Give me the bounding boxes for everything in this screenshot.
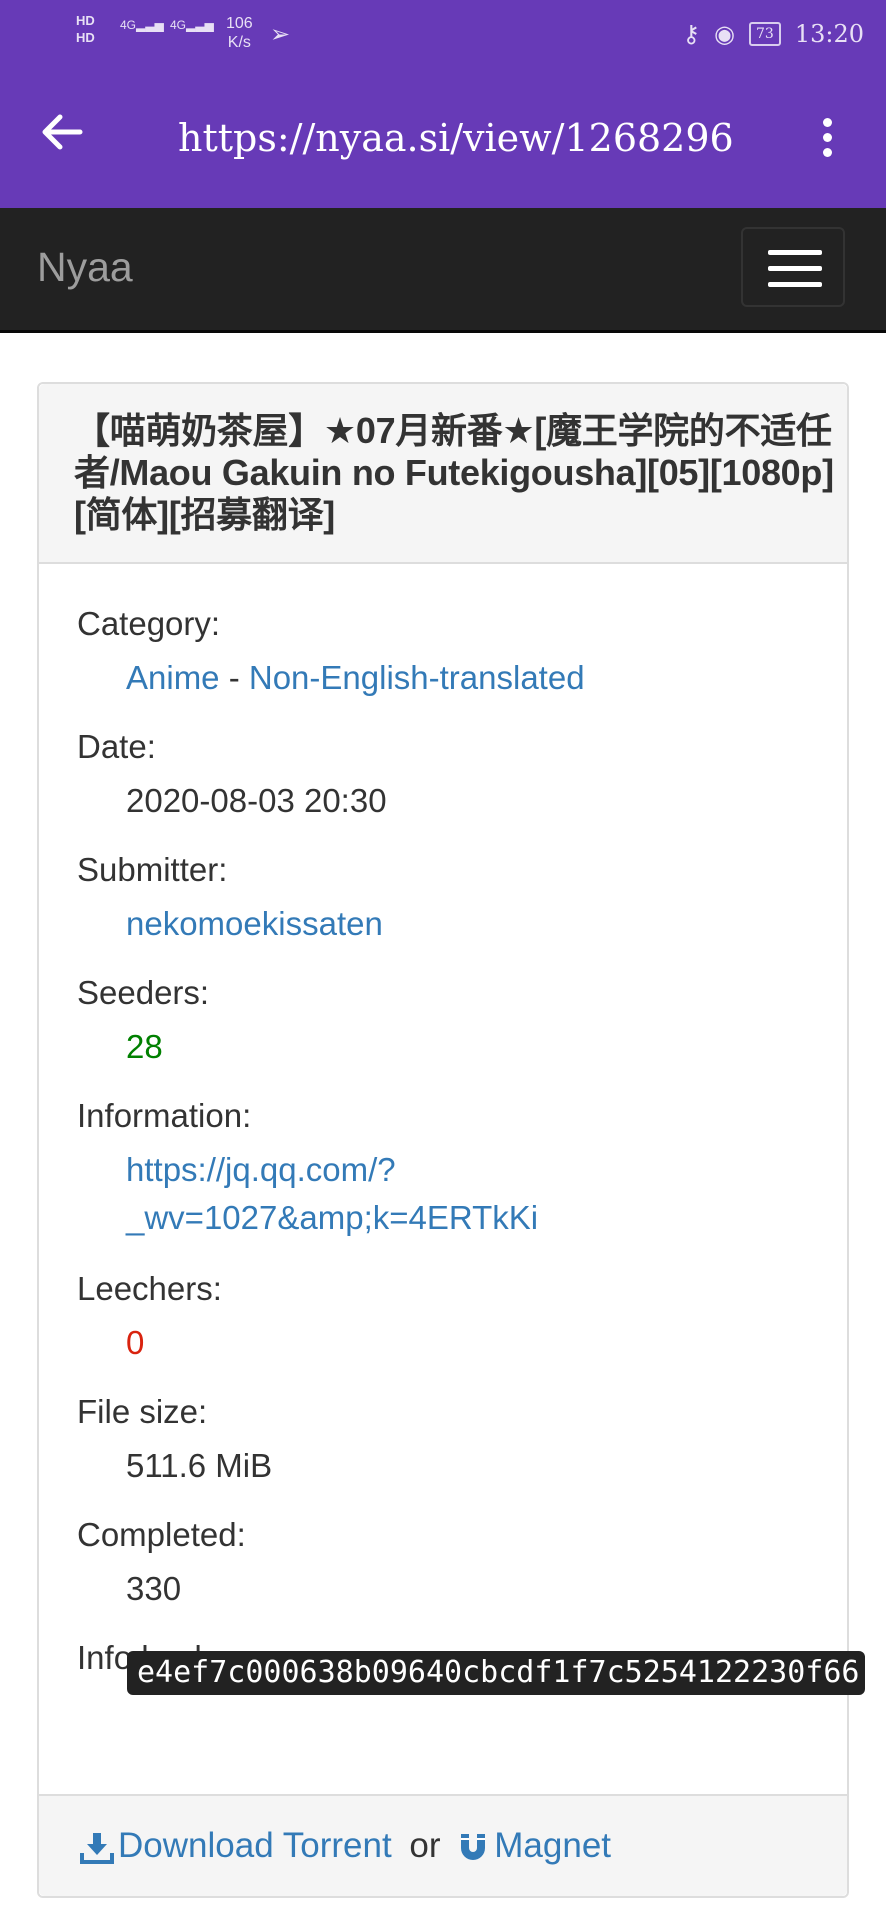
leechers-label: Leechers: xyxy=(77,1270,222,1307)
network-speed: 106 K/s xyxy=(226,14,253,52)
category-row: Category: Anime - Non-English-translated xyxy=(77,604,837,727)
date-row: Date: 2020-08-03 20:30 xyxy=(77,727,837,850)
key-icon: ⚷ xyxy=(682,20,701,48)
date-label: Date: xyxy=(77,728,156,765)
site-brand[interactable]: Nyaa xyxy=(37,244,133,291)
information-link[interactable]: https://jq.qq.com/? _wv=1027&amp;k=4ERTk… xyxy=(126,1146,538,1242)
seeders-count: 28 xyxy=(126,1028,163,1065)
signal-label-1: 4G xyxy=(120,18,137,32)
submitter-row: Submitter: nekomoekissaten xyxy=(77,850,837,973)
download-torrent-label[interactable]: Download Torrent xyxy=(118,1826,392,1865)
magnet-label[interactable]: Magnet xyxy=(494,1826,611,1865)
signal-icon-2: 4G▂▃▅ xyxy=(170,18,214,32)
torrent-panel: 【喵萌奶茶屋】★07月新番★[魔王学院的不适任者/Maou Gakuin no … xyxy=(37,382,866,1898)
information-link-line-2[interactable]: _wv=1027&amp;k=4ERTkKi xyxy=(126,1194,538,1242)
hd-indicator: HD HD xyxy=(76,12,95,46)
magnet-icon xyxy=(461,1833,486,1860)
hamburger-menu-button[interactable] xyxy=(741,227,845,307)
send-icon: ➢ xyxy=(270,21,291,48)
status-bar: HD HD 4G▂▃▅ 4G▂▃▅ 106 K/s ➢ ⚷ ◉ 73 13:20 xyxy=(0,0,886,70)
submitter-link[interactable]: nekomoekissaten xyxy=(126,900,383,948)
seeders-label: Seeders: xyxy=(77,974,210,1011)
clock: 13:20 xyxy=(794,20,864,48)
completed-value: 330 xyxy=(126,1570,182,1607)
category-value: Anime - Non-English-translated xyxy=(126,654,585,702)
panel-footer: Download Torrent or Magnet xyxy=(39,1794,847,1896)
category-sub-link[interactable]: Non-English-translated xyxy=(249,659,585,696)
url-text[interactable]: https://nyaa.si/view/1268296 xyxy=(178,116,734,160)
battery-icon: 73 xyxy=(749,22,781,46)
completed-label: Completed: xyxy=(77,1516,246,1553)
information-link-line-1[interactable]: https://jq.qq.com/? xyxy=(126,1146,538,1194)
signal-label-2: 4G xyxy=(170,18,187,32)
hd-label-2: HD xyxy=(76,30,95,45)
browser-toolbar: https://nyaa.si/view/1268296 xyxy=(0,70,886,208)
leechers-count: 0 xyxy=(126,1324,145,1361)
completed-row: Completed: 330 xyxy=(77,1515,837,1638)
category-separator: - xyxy=(219,659,249,696)
status-right: ⚷ ◉ 73 13:20 xyxy=(682,20,864,48)
filesize-label: File size: xyxy=(77,1393,208,1430)
download-icon xyxy=(80,1832,114,1864)
back-arrow-svg xyxy=(42,114,83,150)
torrent-details: Category: Anime - Non-English-translated… xyxy=(77,604,837,1761)
date-value: 2020-08-03 20:30 xyxy=(126,782,387,819)
battery-level: 73 xyxy=(756,26,774,42)
filesize-row: File size: 511.6 MiB xyxy=(77,1392,837,1515)
download-links: Download Torrent or Magnet xyxy=(80,1796,611,1896)
leechers-row: Leechers: 0 xyxy=(77,1269,837,1392)
submitter-label: Submitter: xyxy=(77,851,228,888)
category-label: Category: xyxy=(77,605,221,642)
hd-label-1: HD xyxy=(76,13,95,28)
back-arrow-icon[interactable] xyxy=(40,110,100,170)
signal-icon-1: 4G▂▃▅ xyxy=(120,18,164,32)
eye-icon: ◉ xyxy=(714,20,735,48)
site-navbar: Nyaa xyxy=(0,208,886,333)
overflow-menu-icon[interactable] xyxy=(812,118,842,162)
panel-heading: 【喵萌奶茶屋】★07月新番★[魔王学院的不适任者/Maou Gakuin no … xyxy=(39,384,847,564)
or-text: or xyxy=(409,1826,441,1865)
seeders-row: Seeders: 28 xyxy=(77,973,837,1096)
info-hash-value[interactable]: e4ef7c000638b09640cbcdf1f7c5254122230f66 xyxy=(127,1651,866,1695)
category-main-link[interactable]: Anime xyxy=(126,659,220,696)
magnet-link[interactable]: Magnet xyxy=(458,1826,611,1865)
download-torrent-link[interactable]: Download Torrent xyxy=(80,1826,401,1865)
information-row: Information: https://jq.qq.com/? _wv=102… xyxy=(77,1096,837,1269)
information-label: Information: xyxy=(77,1097,252,1134)
torrent-title: 【喵萌奶茶屋】★07月新番★[魔王学院的不适任者/Maou Gakuin no … xyxy=(74,410,834,535)
speed-value: 106 xyxy=(226,15,253,32)
speed-unit: K/s xyxy=(227,34,251,51)
filesize-value: 511.6 MiB xyxy=(126,1447,273,1484)
